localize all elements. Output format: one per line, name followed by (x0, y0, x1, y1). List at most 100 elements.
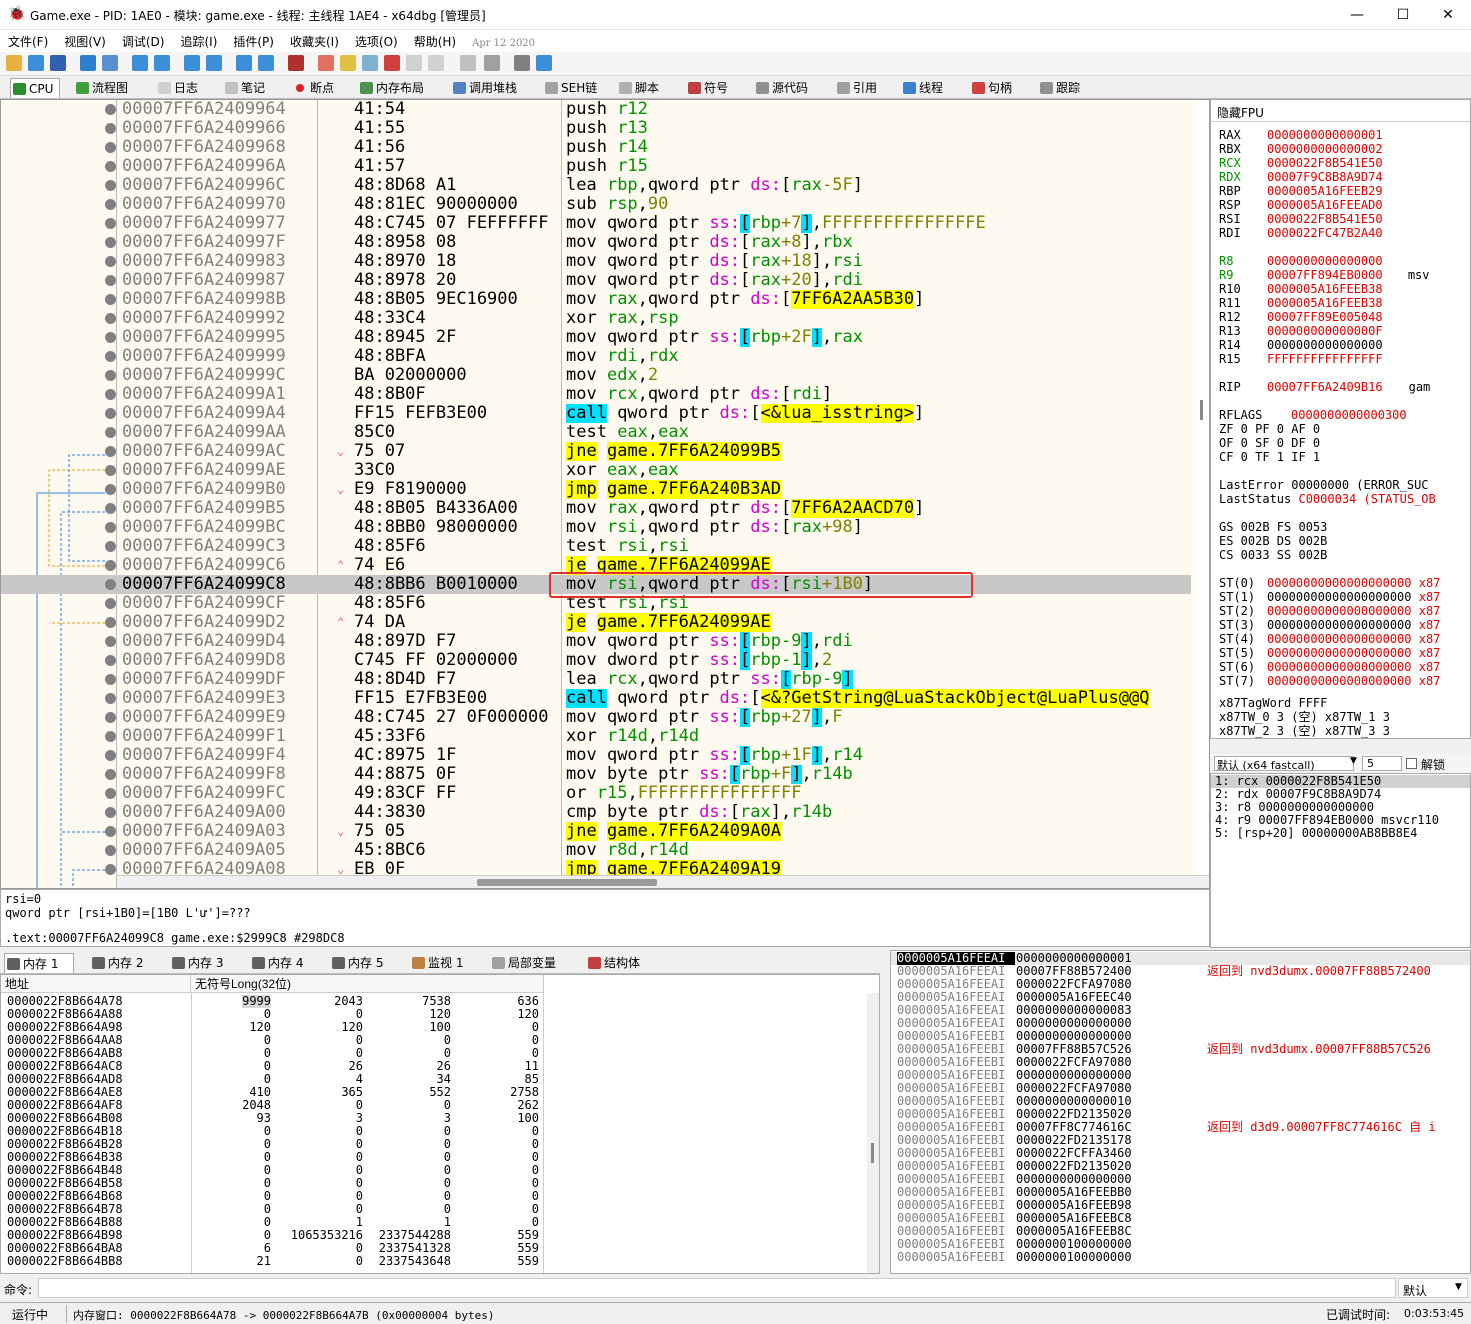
tab-threads[interactable]: 线程 (901, 78, 951, 98)
dump-value[interactable]: 1065353216 (291, 1229, 363, 1242)
stack-row[interactable]: 0000005A16FEEBI 0000022FCFFA3460 (891, 1147, 1470, 1160)
breakpoint-dot-icon[interactable] (105, 408, 116, 419)
scroll-thumb[interactable] (871, 1143, 874, 1163)
tab-handles[interactable]: 句柄 (970, 78, 1020, 98)
breakpoint-dot-icon[interactable] (105, 180, 116, 191)
breakpoint-dot-icon[interactable] (105, 636, 116, 647)
stack-row[interactable]: 0000005A16FEEBI 0000005A16FEEB8C (891, 1225, 1470, 1238)
register-value[interactable]: 0000022FC47B2A40 (1267, 226, 1383, 240)
scylla-icon[interactable] (288, 55, 304, 71)
stack-row[interactable]: 0000005A16FEEAI 0000000000000083 (891, 1004, 1470, 1017)
breakpoint-dot-icon[interactable] (105, 541, 116, 552)
dump-row[interactable]: 0000022F8B664B58 0 0 0 0 (1, 1177, 871, 1190)
disassembly-pane[interactable]: 00007FF6A2409964 41:54 push r12 00007FF6A24… (0, 99, 1210, 889)
register-row[interactable]: LastError 00000000 (ERROR_SUC (1219, 478, 1429, 492)
disasm-row[interactable]: 00007FF6A2409A00 44:3830 cmp byte ptr ds:[… (1, 803, 1191, 822)
arg-count-spinner[interactable]: 5 (1362, 756, 1402, 771)
register-row[interactable]: ST(4) 00000000000000000000 x87 (1219, 632, 1440, 646)
disasm-row[interactable]: 00007FF6A240996C 48:8D68 A1 lea rbp,qword … (1, 176, 1191, 195)
disasm-row[interactable]: 00007FF6A2409966 41:55 push r13 (1, 119, 1191, 138)
open-icon[interactable] (6, 55, 22, 71)
breakpoint-dot-icon[interactable] (105, 294, 116, 305)
disasm-row[interactable]: 00007FF6A24099E9 48:C745 27 0F000000 mov q… (1, 708, 1191, 727)
stack-row[interactable]: 0000005A16FEEBI 00007FF8C774616C 返回到 d3d9.… (891, 1121, 1470, 1134)
breakpoint-dot-icon[interactable] (105, 313, 116, 324)
close-button[interactable]: ✕ (1425, 0, 1471, 30)
tab-watch-1[interactable]: 监视 1 (410, 953, 472, 973)
stack-row[interactable]: 0000005A16FEEBI 0000005A16FEEBC8 (891, 1212, 1470, 1225)
register-row[interactable]: CS 0033 SS 002B (1219, 548, 1327, 562)
dump-row[interactable]: 0000022F8B664B78 0 0 0 0 (1, 1203, 871, 1216)
dump-row[interactable]: 0000022F8B664B08 93 3 3 100 (1, 1112, 871, 1125)
scroll-thumb[interactable] (1200, 400, 1203, 420)
register-row[interactable]: RBP 0000005A16FEEB29 (1219, 184, 1383, 198)
flag-row[interactable]: ZF 0 PF 0 AF 0 (1219, 422, 1320, 436)
disasm-row[interactable]: 00007FF6A2409992 48:33C4 xor rax,rsp (1, 309, 1191, 328)
register-row[interactable]: x87TW_2 3 (空) x87TW_3 3 (1219, 724, 1390, 738)
register-row[interactable]: ST(1) 00000000000000000000 x87 (1219, 590, 1440, 604)
register-value[interactable]: 00007F9C8B8A9D74 (1267, 170, 1383, 184)
stack-row[interactable]: 0000005A16FEEBI 0000000000000000 (891, 1173, 1470, 1186)
register-value[interactable]: 00000000000000000000 (1267, 660, 1412, 674)
tab-symbols[interactable]: 符号 (686, 78, 736, 98)
trace-over-icon[interactable] (206, 55, 222, 71)
stack-row[interactable]: 0000005A16FEEBI 0000022FCFA97080 (891, 1056, 1470, 1069)
breakpoint-dot-icon[interactable] (105, 351, 116, 362)
breakpoint-dot-icon[interactable] (105, 370, 116, 381)
arg-row[interactable]: 5: [rsp+20] 00000000AB8BB8E4 (1215, 827, 1417, 840)
register-value[interactable]: 00007FF89E005048 (1267, 310, 1383, 324)
register-row[interactable]: x87TagWord FFFF (1219, 696, 1327, 710)
register-row[interactable]: ST(7) 00000000000000000000 x87 (1219, 674, 1440, 688)
dump-row[interactable]: 0000022F8B664AE8 410 365 552 2758 (1, 1086, 871, 1099)
stack-value[interactable]: 0000000100000000 (1016, 1251, 1132, 1264)
dump-header-value[interactable]: 无符号Long(32位) (191, 975, 544, 993)
dump-value[interactable]: 2337543648 (379, 1255, 451, 1268)
breakpoint-dot-icon[interactable] (105, 617, 116, 628)
stack-row[interactable]: 0000005A16FEEBI 0000005A16FEEBB0 (891, 1186, 1470, 1199)
disasm-row[interactable]: 00007FF6A24099A1 48:8B0F mov rcx,qword ptr… (1, 385, 1191, 404)
disasm-row[interactable]: 00007FF6A240999C BA 02000000 mov edx,2 (1, 366, 1191, 385)
breakpoint-dot-icon[interactable] (105, 332, 116, 343)
tab-notes[interactable]: 笔记 (223, 78, 273, 98)
disasm-row[interactable]: 00007FF6A24099D2 ⌃ 74 DA je game.7FF6A24099… (1, 613, 1191, 632)
register-value[interactable]: 0000005A16FEEAD0 (1267, 198, 1383, 212)
stack-row[interactable]: 0000005A16FEEBI 00007FF88B57C526 返回到 nvd3d… (891, 1043, 1470, 1056)
step-into-icon[interactable] (132, 55, 148, 71)
register-value[interactable]: 0000022F8B541E50 (1267, 212, 1383, 226)
register-row[interactable]: x87TW_0 3 (空) x87TW_1 3 (1219, 710, 1390, 724)
tab-breakpoints[interactable]: 断点 (292, 78, 342, 98)
register-value[interactable]: 00000000000000000000 (1267, 674, 1412, 688)
disasm-row[interactable]: 00007FF6A2409977 48:C745 07 FEFFFFFF mov q… (1, 214, 1191, 233)
tab-cpu[interactable]: CPU (10, 78, 60, 98)
stack-row[interactable]: 0000005A16FEEBI 0000022FD2135020 (891, 1160, 1470, 1173)
breakpoint-dot-icon[interactable] (105, 123, 116, 134)
register-value[interactable]: 00000000000000000000 (1267, 604, 1412, 618)
dump-row[interactable]: 0000022F8B664BB8 21 0 2337543648 559 (1, 1255, 871, 1268)
disasm-row[interactable]: 00007FF6A240997F 48:8958 08 mov qword ptr … (1, 233, 1191, 252)
disasm-row[interactable]: 00007FF6A24099BC 48:8BB0 98000000 mov rsi,… (1, 518, 1191, 537)
disasm-row[interactable]: 00007FF6A24099AE 33C0 xor eax,eax (1, 461, 1191, 480)
tab-graph[interactable]: 流程图 (74, 78, 136, 98)
register-value[interactable]: 0000005A16FEEB38 (1267, 296, 1383, 310)
function-icon[interactable] (406, 55, 422, 71)
register-row[interactable]: R8 0000000000000000 (1219, 254, 1383, 268)
stack-row[interactable]: 0000005A16FEEAI 00007FF88B572400 返回到 nvd3d… (891, 965, 1470, 978)
breakpoint-dot-icon[interactable] (105, 104, 116, 115)
breakpoint-dot-icon[interactable] (105, 579, 116, 590)
register-row[interactable]: ST(6) 00000000000000000000 x87 (1219, 660, 1440, 674)
document-icon[interactable] (514, 55, 530, 71)
register-row[interactable]: RDI 0000022FC47B2A40 (1219, 226, 1383, 240)
tab-dump-3[interactable]: 内存 3 (170, 953, 232, 973)
register-row[interactable]: ZF 0 PF 0 AF 0 (1219, 422, 1320, 436)
stack-row[interactable]: 0000005A16FEEBI 0000000000000000 (891, 1069, 1470, 1082)
register-row[interactable]: RSP 0000005A16FEEAD0 (1219, 198, 1383, 212)
menu-view[interactable]: 视图(V) (56, 30, 114, 50)
dump-row[interactable]: 0000022F8B664B28 0 0 0 0 (1, 1138, 871, 1151)
register-row[interactable]: R15 FFFFFFFFFFFFFFFF (1219, 352, 1383, 366)
register-value[interactable]: 0000005A16FEEB38 (1267, 282, 1383, 296)
tab-script[interactable]: 脚本 (617, 78, 667, 98)
dump-row[interactable]: 0000022F8B664A98 120 120 100 0 (1, 1021, 871, 1034)
register-value[interactable]: 0000022F8B541E50 (1267, 156, 1383, 170)
disasm-row[interactable]: 00007FF6A2409968 41:56 push r14 (1, 138, 1191, 157)
disasm-row[interactable]: 00007FF6A2409995 48:8945 2F mov qword ptr … (1, 328, 1191, 347)
